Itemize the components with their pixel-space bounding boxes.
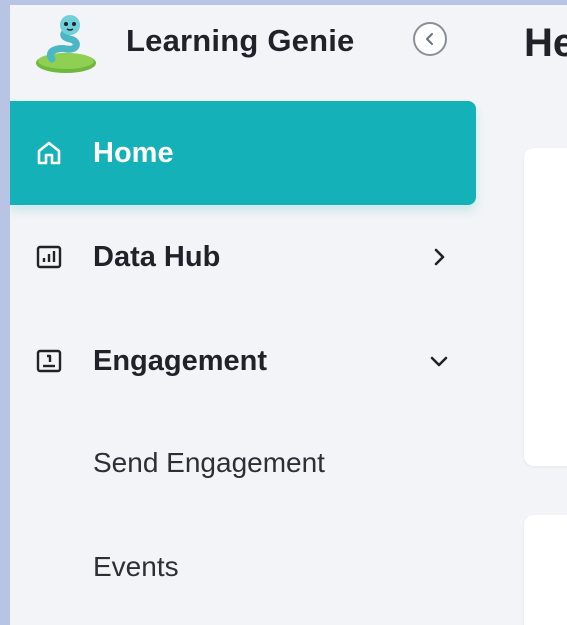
sidebar-item-label: Engagement (93, 344, 268, 377)
sidebar-item-home[interactable]: Home (10, 101, 476, 205)
sidebar-item-engagement[interactable]: Engagement (10, 309, 476, 413)
sidebar-item-label: Home (93, 136, 174, 169)
chevron-right-icon (434, 248, 445, 266)
chevron-down-icon (430, 356, 448, 367)
app-name: Learning Genie (126, 23, 355, 58)
engagement-icon (36, 349, 62, 373)
sidebar: Learning Genie Home Data Hub Engagement … (10, 5, 488, 625)
bar-chart-icon (36, 245, 62, 269)
sidebar-header: Learning Genie (10, 5, 488, 77)
sidebar-subitem-send-engagement[interactable]: Send Engagement (93, 447, 325, 479)
app-window: Learning Genie Home Data Hub Engagement … (10, 5, 567, 625)
genie-logo-icon (36, 15, 96, 73)
page-title: He (524, 21, 567, 65)
chevron-left-icon (426, 33, 433, 45)
home-icon (37, 141, 61, 165)
main-content: He (488, 5, 567, 625)
collapse-sidebar-button[interactable] (413, 22, 447, 56)
content-card (524, 148, 567, 466)
sidebar-subitem-events[interactable]: Events (93, 551, 179, 583)
sidebar-item-data-hub[interactable]: Data Hub (10, 205, 476, 309)
sidebar-item-label: Data Hub (93, 240, 221, 273)
content-card (524, 515, 567, 625)
